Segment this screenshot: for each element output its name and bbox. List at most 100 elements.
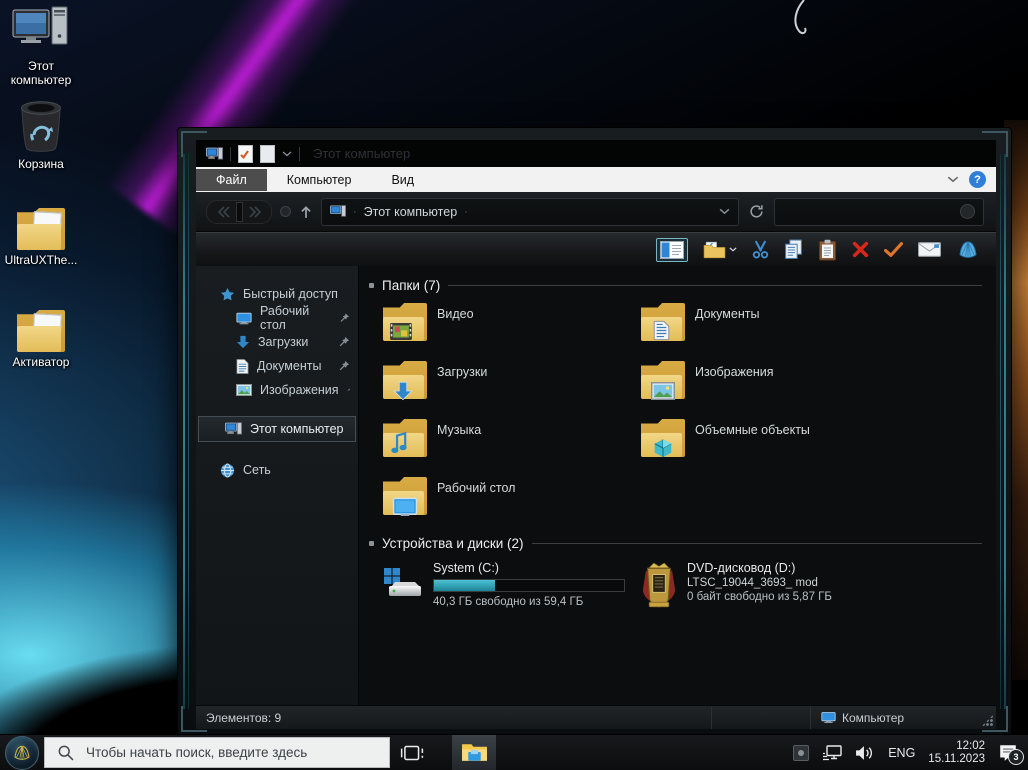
cut-icon[interactable] xyxy=(752,240,769,259)
folder-item-pictures[interactable]: Изображения xyxy=(641,361,899,406)
sidebar-item-label: Сеть xyxy=(243,463,271,477)
folder-item-video[interactable]: Видео xyxy=(383,303,641,348)
quick-access-new-icon[interactable] xyxy=(260,145,275,163)
picture-icon xyxy=(236,384,252,396)
items-count: Элементов: 9 xyxy=(196,711,711,725)
sidebar-item-pictures[interactable]: Изображения xyxy=(196,378,358,402)
drive-item-c[interactable]: System (C:) 40,3 ГБ свободно из 59,4 ГБ xyxy=(383,561,641,609)
file-explorer-icon xyxy=(461,742,488,763)
sidebar-item-network[interactable]: Сеть xyxy=(196,458,358,482)
folder-item-downloads[interactable]: Загрузки xyxy=(383,361,641,406)
taskbar-explorer-button[interactable] xyxy=(452,735,496,770)
desktop-icon-label: Активатор xyxy=(2,355,80,369)
frame-accent xyxy=(183,154,185,709)
address-dropdown-icon[interactable] xyxy=(719,208,730,215)
recent-locations-button[interactable] xyxy=(280,206,291,217)
document-icon xyxy=(653,320,670,341)
window-titlebar[interactable]: Этот компьютер xyxy=(196,140,996,167)
breadcrumb-separator: · xyxy=(464,206,468,218)
volume-icon[interactable] xyxy=(855,745,875,761)
system-tray: ENG 12:02 15.11.2023 3 xyxy=(793,740,1028,766)
screen: Этот компьютер Корзина UltraUXThe... Акт… xyxy=(0,0,1028,770)
taskbar-search-box[interactable] xyxy=(44,737,390,768)
section-header-folders[interactable]: Папки (7) xyxy=(369,278,982,293)
address-bar[interactable]: · Этот компьютер · xyxy=(321,198,739,226)
drive-item-dvd[interactable]: DVD-дисковод (D:) LTSC_19044_3693_ mod 0… xyxy=(641,561,961,609)
refresh-icon[interactable] xyxy=(749,204,764,219)
back-forward-buttons[interactable] xyxy=(206,200,272,224)
pin-icon xyxy=(338,360,350,372)
monitor-icon xyxy=(236,312,252,325)
help-button[interactable]: ? xyxy=(969,171,986,188)
explorer-search-box[interactable] xyxy=(774,198,984,226)
desktop-icon-ultraux[interactable]: UltraUXThe... xyxy=(2,208,80,267)
mail-icon[interactable] xyxy=(918,242,941,257)
desktop-icon-recycle-bin[interactable]: Корзина xyxy=(2,100,80,171)
show-hidden-icons-button[interactable] xyxy=(793,745,809,761)
clock[interactable]: 12:02 15.11.2023 xyxy=(928,740,985,766)
language-indicator[interactable]: ENG xyxy=(888,746,915,760)
sidebar-item-label: Изображения xyxy=(260,383,339,397)
sidebar-item-downloads[interactable]: Загрузки xyxy=(196,330,358,354)
frame-accent xyxy=(188,154,189,709)
task-view-icon xyxy=(400,743,424,763)
folder-icon xyxy=(383,303,427,341)
divider xyxy=(230,147,231,161)
pin-icon xyxy=(347,384,350,396)
section-collapse-icon[interactable] xyxy=(369,283,374,288)
section-collapse-icon[interactable] xyxy=(369,541,374,546)
desktop-icon-label: UltraUXThe... xyxy=(2,253,80,267)
copy-icon[interactable] xyxy=(784,239,803,260)
nav-ibeam xyxy=(236,202,243,222)
search-button[interactable] xyxy=(960,204,975,219)
folder-item-music[interactable]: Музыка xyxy=(383,419,641,464)
breadcrumb-location[interactable]: Этот компьютер xyxy=(364,205,457,219)
tab-file[interactable]: Файл xyxy=(196,169,267,191)
folder-item-3d-objects[interactable]: Объемные объекты xyxy=(641,419,899,464)
sidebar-item-this-pc[interactable]: Этот компьютер xyxy=(198,416,356,442)
network-icon[interactable] xyxy=(822,745,842,761)
chevron-down-icon[interactable] xyxy=(282,151,292,157)
folder-item-documents[interactable]: Документы xyxy=(641,303,899,348)
new-folder-button[interactable] xyxy=(703,241,737,259)
divider xyxy=(299,147,300,161)
navigation-pane: Быстрый доступ Рабочий стол Загрузки xyxy=(196,266,359,705)
folder-icon xyxy=(641,361,685,399)
taskbar-search-input[interactable] xyxy=(84,744,377,761)
start-shell-icon xyxy=(5,736,39,770)
folder-icon xyxy=(641,419,685,457)
frame-accent xyxy=(1004,154,1006,709)
paste-icon[interactable] xyxy=(818,239,837,261)
sidebar-item-desktop[interactable]: Рабочий стол xyxy=(196,306,358,330)
explorer-search-input[interactable] xyxy=(783,204,960,220)
status-view-mode[interactable]: Компьютер xyxy=(811,711,996,725)
ribbon-collapse-icon[interactable] xyxy=(947,176,959,183)
computer-icon xyxy=(12,6,70,56)
up-button[interactable] xyxy=(299,205,313,219)
shell-icon[interactable] xyxy=(956,240,980,260)
desktop-icon-this-pc[interactable]: Этот компьютер xyxy=(2,6,80,87)
sidebar-item-quick-access[interactable]: Быстрый доступ xyxy=(196,282,358,306)
pin-icon xyxy=(338,336,350,348)
tab-view[interactable]: Вид xyxy=(371,169,434,191)
delete-icon[interactable] xyxy=(852,241,869,258)
desktop-icon-activator[interactable]: Активатор xyxy=(2,310,80,369)
disk-usage-bar xyxy=(433,579,625,592)
sidebar-item-documents[interactable]: Документы xyxy=(196,354,358,378)
music-note-icon xyxy=(390,431,409,456)
divider xyxy=(711,706,712,729)
new-folder-dropdown-icon[interactable] xyxy=(729,247,737,252)
notification-badge: 3 xyxy=(1008,749,1024,765)
folder-icon xyxy=(383,477,427,515)
folder-item-desktop[interactable]: Рабочий стол xyxy=(383,477,641,522)
preview-pane-button[interactable] xyxy=(656,238,688,262)
explorer-window: Этот компьютер Файл Компьютер Вид ? xyxy=(178,128,1011,735)
section-header-drives[interactable]: Устройства и диски (2) xyxy=(369,536,982,551)
notification-center-button[interactable]: 3 xyxy=(998,744,1018,762)
quick-access-properties-icon[interactable] xyxy=(238,145,253,163)
task-view-button[interactable] xyxy=(390,735,434,770)
rename-check-icon[interactable] xyxy=(884,242,903,257)
start-button[interactable] xyxy=(0,735,44,770)
file-list-area: Папки (7) Видео xyxy=(359,266,996,705)
tab-computer[interactable]: Компьютер xyxy=(267,169,372,191)
